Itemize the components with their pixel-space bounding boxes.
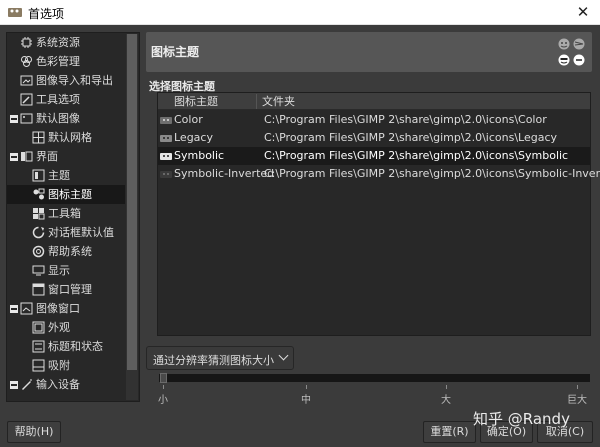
- window-title: 首选项: [28, 7, 65, 21]
- slider-tick: [306, 385, 307, 389]
- theme-folder: C:\Program Files\GIMP 2\share\gimp\2.0\i…: [264, 113, 547, 126]
- tool-options-icon: [20, 93, 33, 106]
- theme-folder: C:\Program Files\GIMP 2\share\gimp\2.0\i…: [264, 149, 569, 162]
- sidebar-item-snap[interactable]: 吸附: [7, 356, 125, 375]
- column-separator[interactable]: [256, 94, 257, 109]
- icon-size-slider[interactable]: [159, 374, 590, 382]
- help-system-icon: [32, 245, 45, 258]
- collapse-expander-icon[interactable]: [10, 381, 18, 389]
- slider-tick-label-medium: 中: [301, 395, 311, 406]
- legacy-theme-icon: [160, 135, 172, 142]
- grid-icon: [32, 131, 45, 144]
- preferences-category-tree: 系统资源 色彩管理 图像导入和导出 工具选项 默认图像 默认网格 界面 主题 图…: [6, 32, 140, 402]
- sidebar-item-window-management[interactable]: 窗口管理: [7, 280, 125, 299]
- sidebar-item-default-image[interactable]: 默认图像: [7, 109, 125, 128]
- page-title: 图标主题: [151, 45, 200, 59]
- sidebar-item-appearance[interactable]: 外观: [7, 318, 125, 337]
- collapse-expander-icon[interactable]: [10, 305, 18, 313]
- icon-size-dropdown-value: 通过分辨率猜测图标大小: [153, 354, 274, 367]
- slider-tick: [163, 385, 164, 389]
- sidebar-item-theme[interactable]: 主题: [7, 166, 125, 185]
- theme-folder: C:\Program Files\GIMP 2\share\gimp\2.0\i…: [264, 131, 558, 144]
- sidebar-item-color-management[interactable]: 色彩管理: [7, 52, 125, 71]
- input-devices-icon: [22, 379, 32, 390]
- icon-theme-table: 图标主题 文件夹 Color C:\Program Files\GIMP 2\s…: [157, 92, 600, 336]
- default-image-icon: [20, 113, 33, 124]
- help-button[interactable]: 帮助(H): [7, 421, 61, 443]
- table-header: 图标主题 文件夹: [158, 93, 590, 110]
- title-bar: 首选项 ✕: [0, 0, 600, 25]
- theme-icon: [32, 169, 45, 182]
- image-window-icon: [20, 302, 33, 315]
- sidebar-item-dialog-defaults[interactable]: 对话框默认值: [7, 223, 125, 242]
- icon-theme-icon: [33, 188, 45, 200]
- sidebar-item-display[interactable]: 显示: [7, 261, 125, 280]
- sidebar-item-default-grid[interactable]: 默认网格: [7, 128, 125, 147]
- chip-icon: [21, 37, 32, 48]
- reset-button[interactable]: 重置(R): [423, 421, 476, 443]
- color-theme-icon: [160, 117, 172, 124]
- collapse-expander-icon[interactable]: [10, 153, 18, 161]
- table-row[interactable]: Symbolic-Inverted C:\Program Files\GIMP …: [158, 165, 600, 183]
- sidebar-item-help-system[interactable]: 帮助系统: [7, 242, 125, 261]
- preferences-window: 系统资源 色彩管理 图像导入和导出 工具选项 默认图像 默认网格 界面 主题 图…: [0, 25, 600, 447]
- column-header-folder[interactable]: 文件夹: [262, 94, 295, 109]
- dialog-defaults-icon: [32, 226, 45, 239]
- theme-name: Legacy: [174, 131, 213, 144]
- table-row[interactable]: Color C:\Program Files\GIMP 2\share\gimp…: [158, 111, 590, 129]
- sidebar-item-toolbox[interactable]: 工具箱: [7, 204, 125, 223]
- appearance-icon: [32, 321, 45, 334]
- slider-tick-label-huge: 巨大: [567, 395, 587, 406]
- table-row[interactable]: Legacy C:\Program Files\GIMP 2\share\gim…: [158, 129, 590, 147]
- close-button[interactable]: ✕: [566, 0, 600, 25]
- sidebar-scrollbar[interactable]: [126, 34, 138, 400]
- symbolic-inverted-theme-icon: [160, 171, 172, 178]
- image-import-export-icon: [20, 75, 33, 86]
- slider-tick: [577, 385, 578, 389]
- sidebar-item-import-export[interactable]: 图像导入和导出: [7, 71, 125, 90]
- slider-tick-label-small: 小: [158, 395, 168, 406]
- column-header-theme[interactable]: 图标主题: [174, 94, 218, 109]
- sidebar-item-interface[interactable]: 界面: [7, 147, 125, 166]
- slider-tick: [446, 385, 447, 389]
- theme-folder: C:\Program Files\GIMP 2\share\gimp\2.0\i…: [264, 167, 600, 180]
- gimp-app-icon: [8, 8, 22, 17]
- theme-name: Symbolic: [174, 149, 225, 162]
- sidebar-item-tool-options[interactable]: 工具选项: [7, 90, 125, 109]
- sidebar-item-title-status[interactable]: 标题和状态: [7, 337, 125, 356]
- sidebar-item-image-window[interactable]: 图像窗口: [7, 299, 125, 318]
- sidebar-item-input-devices[interactable]: 输入设备: [7, 375, 125, 394]
- window-management-icon: [32, 283, 45, 296]
- display-icon: [32, 265, 45, 276]
- theme-name: Color: [174, 113, 203, 126]
- title-status-icon: [32, 340, 45, 353]
- sidebar-item-icon-theme[interactable]: 图标主题: [7, 185, 125, 204]
- slider-tick-label-large: 大: [441, 395, 451, 406]
- color-management-icon: [21, 56, 32, 67]
- interface-icon: [21, 151, 33, 162]
- toolbox-icon: [33, 208, 45, 220]
- snap-icon: [32, 359, 45, 372]
- icon-size-dropdown[interactable]: 通过分辨率猜测图标大小: [146, 346, 294, 370]
- page-header: 图标主题: [146, 32, 592, 72]
- chevron-down-icon: [278, 350, 289, 361]
- sidebar-item-system-resources[interactable]: 系统资源: [7, 33, 125, 52]
- sidebar-scrollbar-thumb[interactable]: [127, 34, 137, 370]
- table-row-selected[interactable]: Symbolic C:\Program Files\GIMP 2\share\g…: [158, 147, 590, 165]
- icon-size-slider-handle[interactable]: [160, 373, 167, 383]
- watermark: 知乎 @Randy: [473, 410, 570, 428]
- collapse-expander-icon[interactable]: [10, 115, 18, 123]
- symbolic-theme-icon: [160, 153, 172, 160]
- theme-name: Symbolic-Inverted: [174, 167, 275, 180]
- icon-theme-faces-icon: [558, 38, 585, 66]
